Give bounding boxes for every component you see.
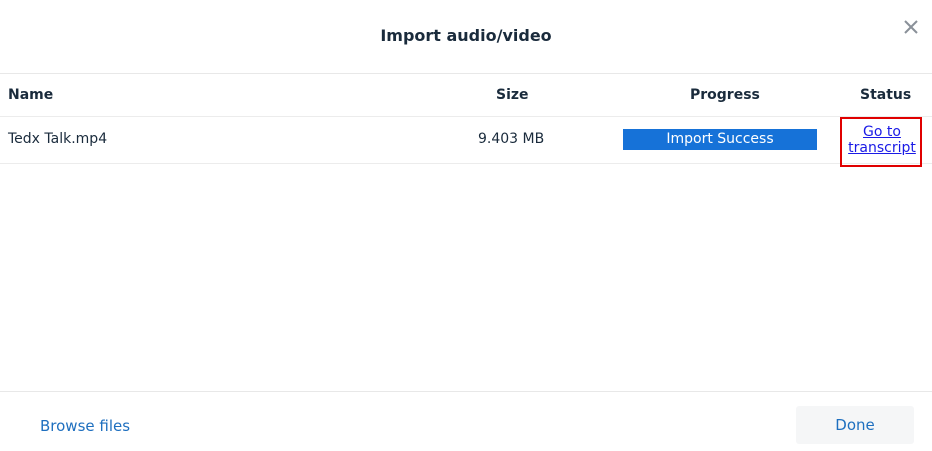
file-size: 9.403 MB (478, 131, 545, 147)
progress-bar: Import Success (623, 129, 817, 150)
header-status: Status (860, 87, 912, 103)
link-line-1: Go to (863, 124, 901, 140)
file-name: Tedx Talk.mp4 (8, 131, 108, 147)
header-name: Name (8, 87, 54, 103)
link-line-2: transcript (848, 140, 916, 156)
table-header: Name Size Progress Status (0, 74, 932, 117)
header-size: Size (496, 87, 529, 103)
dialog-title: Import audio/video (380, 26, 552, 45)
dialog-footer: Browse files Done (0, 391, 932, 451)
go-to-transcript-link[interactable]: Go to transcript (843, 124, 921, 156)
done-button[interactable]: Done (796, 406, 914, 444)
done-label: Done (835, 416, 875, 434)
progress-label: Import Success (666, 131, 774, 147)
dialog-header: Import audio/video (0, 0, 932, 74)
table-row: Tedx Talk.mp4 9.403 MB Import Success Go… (0, 117, 932, 167)
header-progress: Progress (690, 87, 760, 103)
close-icon[interactable] (900, 16, 922, 38)
browse-files-button[interactable]: Browse files (40, 417, 130, 435)
